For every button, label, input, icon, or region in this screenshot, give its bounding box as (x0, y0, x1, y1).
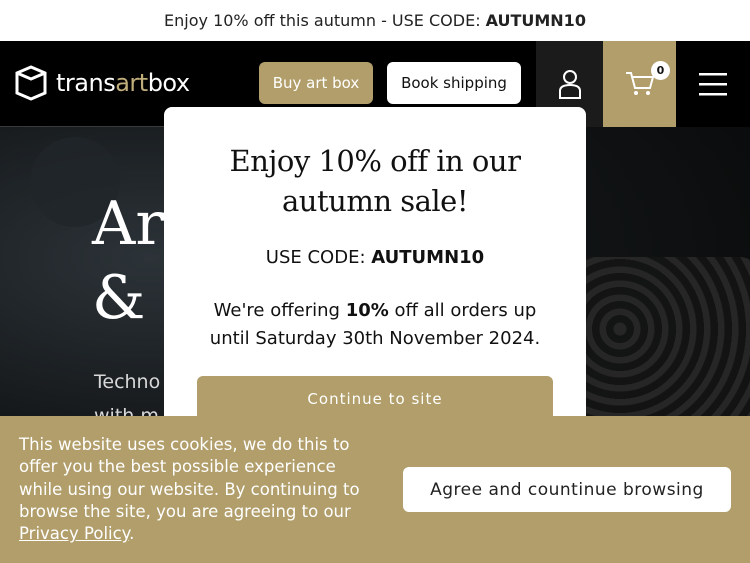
promo-code: AUTUMN10 (485, 11, 586, 30)
cookie-suffix: . (129, 524, 135, 544)
modal-offer-text: We're offering 10% off all orders up unt… (164, 297, 586, 353)
logo-text-art: art (115, 69, 148, 97)
privacy-policy-link[interactable]: Privacy Policy (19, 524, 129, 543)
autumn-sale-modal: Enjoy 10% off in our autumn sale! USE CO… (164, 107, 586, 447)
offer-line2: until Saturday 30th November 2024. (209, 328, 541, 349)
logo-text-trans: trans (56, 69, 116, 97)
menu-button[interactable] (676, 41, 750, 127)
modal-code-prefix: USE CODE: (265, 247, 366, 268)
page: Enjoy 10% off this autumn - USE CODE: AUT… (0, 0, 750, 563)
modal-title-line2: autumn sale! (282, 184, 468, 218)
cookie-text: This website uses cookies, we do this to… (19, 434, 374, 545)
buy-art-box-button[interactable]: Buy art box (259, 62, 373, 104)
promo-text: Enjoy 10% off this autumn - USE CODE: (164, 11, 481, 30)
modal-code-line: USE CODE: AUTUMN10 (164, 247, 586, 268)
book-shipping-button[interactable]: Book shipping (387, 62, 521, 104)
hamburger-menu-icon (699, 73, 727, 96)
offer-prefix: We're offering (213, 300, 340, 321)
user-icon (558, 70, 581, 99)
box-logo-icon (15, 65, 47, 101)
logo[interactable]: trans art box (14, 65, 190, 101)
offer-percent: 10% (345, 300, 389, 321)
cookie-banner: This website uses cookies, we do this to… (0, 416, 750, 563)
cookie-message: This website uses cookies, we do this to… (19, 435, 360, 521)
hero-subtitle-line1: Techno (94, 371, 161, 393)
cart-button[interactable]: 0 (603, 41, 676, 127)
agree-cookies-button[interactable]: Agree and countinue browsing (403, 467, 731, 512)
promo-bar: Enjoy 10% off this autumn - USE CODE: AUT… (0, 0, 750, 41)
cart-icon (625, 72, 654, 95)
offer-suffix: off all orders up (394, 300, 537, 321)
cart-count-badge: 0 (651, 61, 670, 80)
logo-text-box: box (147, 69, 190, 97)
modal-title-line1: Enjoy 10% off in our (229, 144, 521, 178)
modal-code: AUTUMN10 (371, 247, 485, 268)
modal-title: Enjoy 10% off in our autumn sale! (164, 141, 586, 221)
